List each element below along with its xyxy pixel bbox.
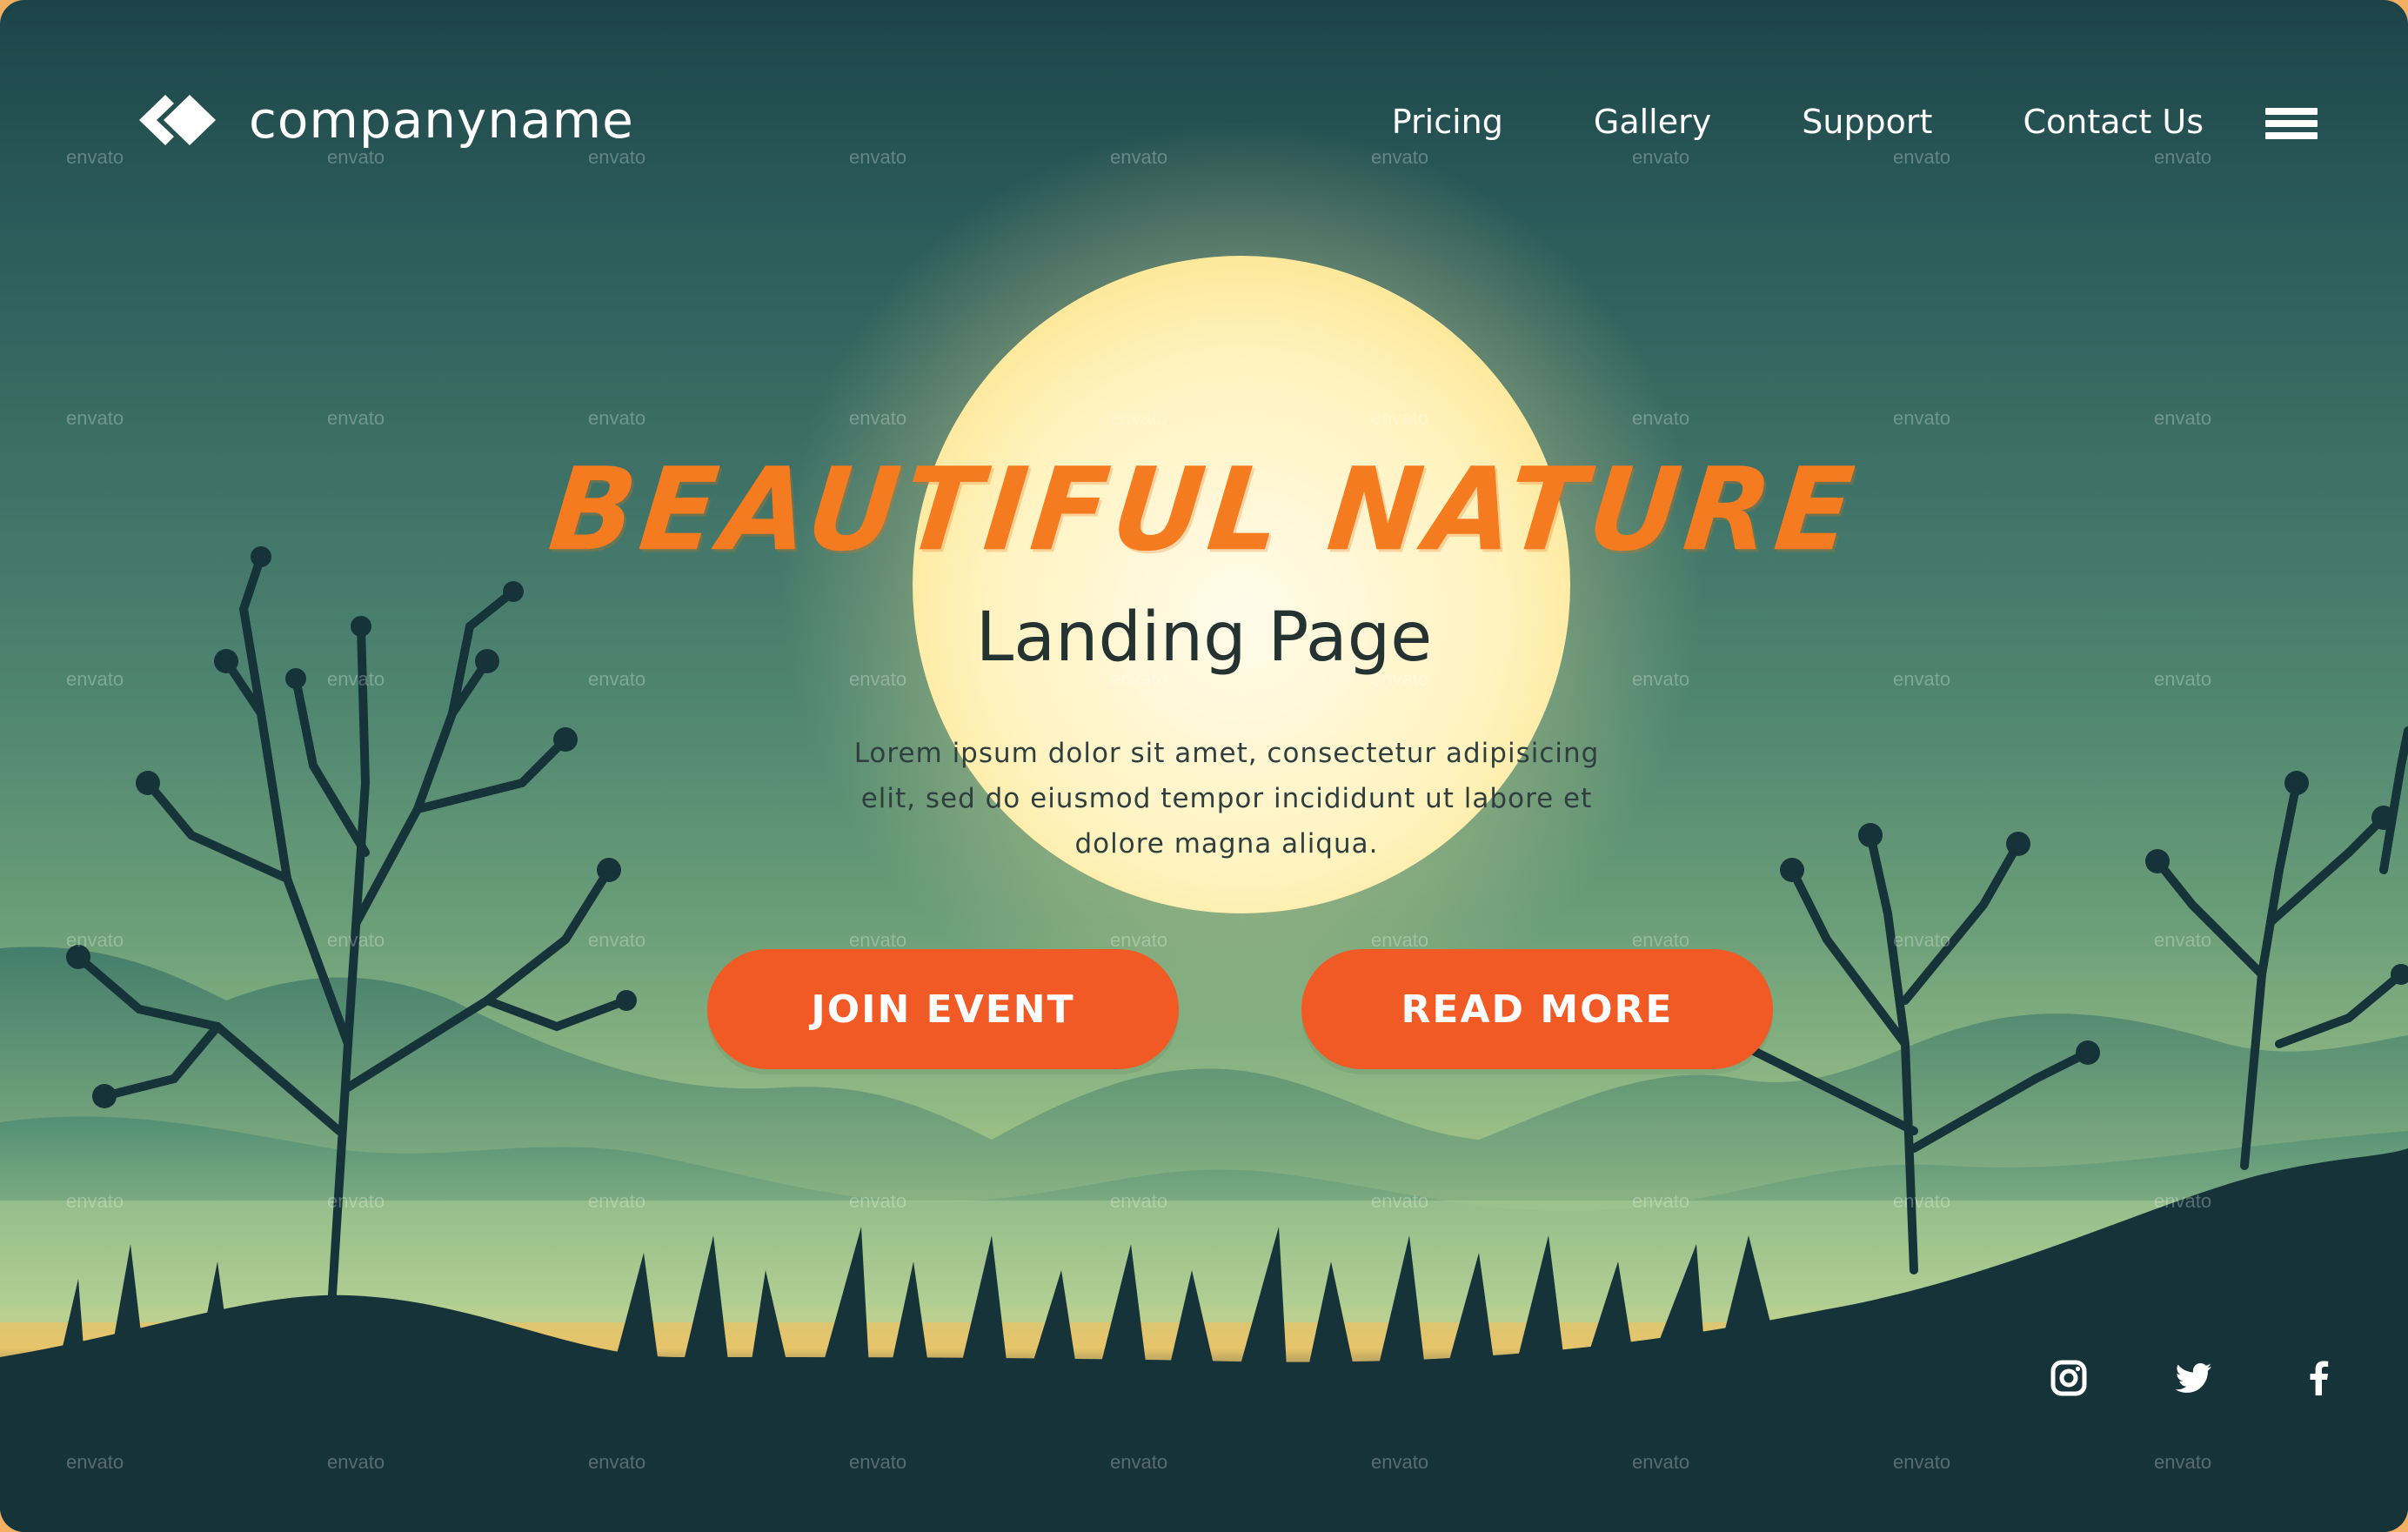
nav-item-contact-us[interactable]: Contact Us [2023, 103, 2204, 141]
nav-item-gallery[interactable]: Gallery [1594, 103, 1711, 141]
watermark: envato [1110, 146, 1168, 168]
watermark: envato [1371, 1190, 1429, 1212]
watermark: envato [2154, 1190, 2212, 1212]
watermark: envato [588, 1190, 646, 1212]
nav-item-support[interactable]: Support [1802, 103, 1932, 141]
watermark: envato [1632, 1190, 1690, 1212]
watermark: envato [1632, 407, 1690, 429]
menu-bar [2265, 120, 2318, 127]
watermark: envato [2154, 929, 2212, 951]
watermark: envato [1110, 407, 1168, 429]
watermark: envato [849, 1190, 907, 1212]
watermark: envato [66, 929, 124, 951]
watermark: envato [2154, 146, 2212, 168]
watermark: envato [588, 1451, 646, 1473]
watermark: envato [1893, 407, 1951, 429]
watermark: envato [849, 407, 907, 429]
menu-bar [2265, 108, 2318, 115]
main-nav: Pricing Gallery Support Contact Us [1392, 103, 2204, 141]
watermark: envato [66, 1190, 124, 1212]
watermark: envato [327, 1190, 385, 1212]
brand-logo-link[interactable]: companyname [137, 90, 634, 150]
menu-bar [2265, 132, 2318, 139]
hero-description: Lorem ipsum dolor sit amet, consectetur … [853, 738, 1600, 860]
watermark: envato [1893, 146, 1951, 168]
watermark: envato [327, 407, 385, 429]
watermark: envato [1110, 1451, 1168, 1473]
nav-item-pricing[interactable]: Pricing [1392, 103, 1503, 141]
watermark: envato [1371, 1451, 1429, 1473]
watermark: envato [2154, 1451, 2212, 1473]
watermark: envato [1632, 146, 1690, 168]
watermark: envato [588, 929, 646, 951]
watermark: envato [327, 929, 385, 951]
watermark: envato [2154, 407, 2212, 429]
facebook-icon[interactable] [2298, 1357, 2340, 1399]
watermark: envato [1371, 407, 1429, 429]
read-more-button[interactable]: READ MORE [1301, 949, 1773, 1069]
join-event-button[interactable]: JOIN EVENT [707, 949, 1179, 1069]
instagram-icon[interactable] [2048, 1357, 2090, 1399]
watermark: envato [849, 146, 907, 168]
brand-name: companyname [249, 90, 634, 150]
watermark: envato [1632, 1451, 1690, 1473]
watermark: envato [327, 1451, 385, 1473]
watermark: envato [849, 1451, 907, 1473]
watermark: envato [1893, 1451, 1951, 1473]
hero-title: BEAUTIFUL NATURE [543, 443, 1865, 578]
watermark: envato [1893, 929, 1951, 951]
hamburger-menu-icon[interactable] [2265, 108, 2318, 146]
watermark: envato [588, 407, 646, 429]
hero-subtitle: Landing Page [975, 599, 1433, 677]
watermark: envato [1110, 1190, 1168, 1212]
watermark: envato [1893, 1190, 1951, 1212]
watermark: envato [66, 407, 124, 429]
watermark: envato [66, 1451, 124, 1473]
watermark: envato [66, 146, 124, 168]
diamond-logo-icon [139, 95, 216, 145]
twitter-icon[interactable] [2173, 1357, 2215, 1399]
watermark: envato [1371, 146, 1429, 168]
landing-page-frame: envato envato envato envato envato envat… [0, 0, 2408, 1532]
